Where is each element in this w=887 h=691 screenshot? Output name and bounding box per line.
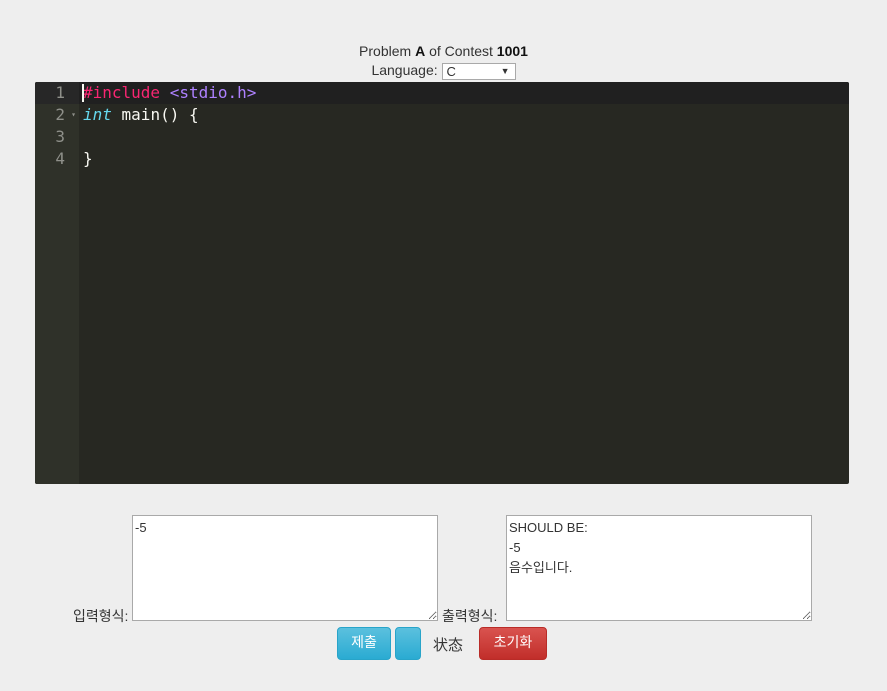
contest-id: 1001: [496, 43, 528, 59]
type-keyword: int: [83, 105, 112, 124]
of-contest-text: of Contest: [429, 43, 493, 59]
line-number-fold[interactable]: 2 ▾: [35, 104, 79, 126]
language-label: Language:: [371, 62, 438, 78]
input-format-label: 입력형식:: [73, 608, 129, 624]
input-textarea[interactable]: [132, 515, 438, 621]
editor-gutter: 1 2 ▾ 3 4: [35, 82, 79, 484]
line-number: 1: [35, 82, 79, 104]
code-area[interactable]: #include <stdio.h> int main() { }: [79, 82, 849, 484]
fold-arrow-icon[interactable]: ▾: [71, 104, 76, 126]
line-number: 4: [55, 149, 65, 168]
preprocessor-directive: #include: [83, 83, 161, 102]
output-textarea[interactable]: [506, 515, 812, 621]
problem-title: Problem A of Contest 1001: [0, 43, 887, 59]
line-number: 2: [55, 105, 65, 124]
language-selected-value: C: [446, 63, 456, 79]
language-row: Language: C ▼: [0, 62, 887, 80]
reset-button[interactable]: 초기화: [479, 627, 547, 660]
chevron-down-icon: ▼: [500, 65, 510, 76]
code-text: main() {: [111, 105, 199, 124]
code-line: }: [83, 149, 93, 168]
text-cursor: [82, 84, 84, 102]
problem-id: A: [415, 43, 426, 59]
language-select[interactable]: C ▼: [441, 62, 516, 80]
code-editor[interactable]: 1 2 ▾ 3 4 #include <stdio.h> int main() …: [35, 82, 849, 484]
code-line: int main() {: [79, 104, 849, 126]
status-label[interactable]: 状态: [433, 634, 463, 655]
output-format-label: 출력형식:: [442, 608, 498, 624]
submit-button[interactable]: 제출: [337, 627, 391, 660]
line-number: 3: [55, 127, 65, 146]
blank-button[interactable]: [395, 627, 421, 660]
include-header: <stdio.h>: [169, 83, 257, 102]
code-line: #include <stdio.h>: [79, 82, 849, 104]
problem-prefix: Problem: [359, 43, 412, 59]
